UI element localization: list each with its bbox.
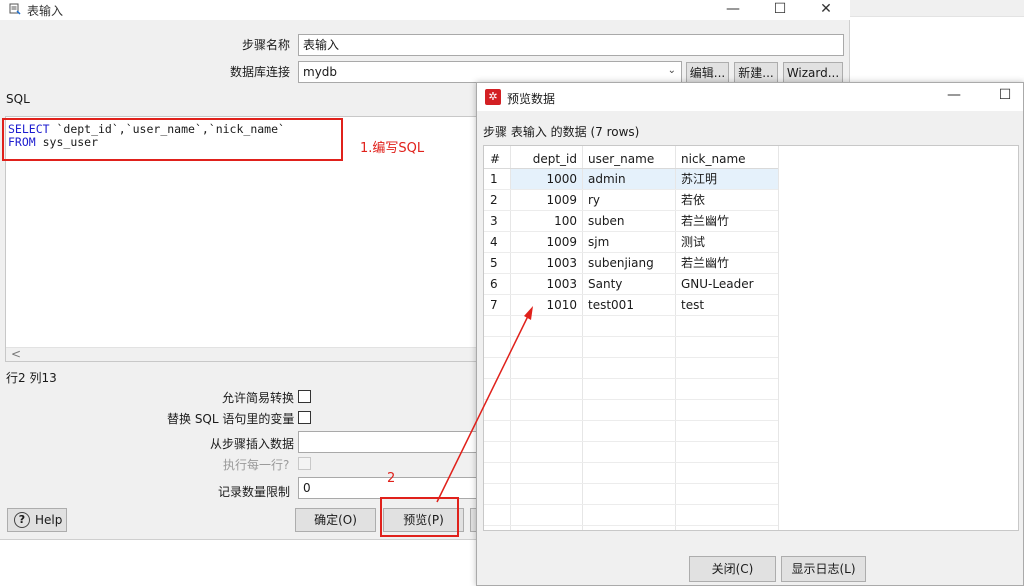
replace-variables-label: 替换 SQL 语句里的变量 — [167, 412, 295, 426]
cell-index[interactable]: 7 — [490, 295, 498, 315]
preview-highlight-box — [380, 497, 459, 537]
insert-from-step-select[interactable] — [298, 431, 480, 453]
kettle-app-icon: ✲ — [485, 89, 501, 105]
annotation-step-1: 1.编写SQL — [360, 141, 425, 156]
chevron-down-icon: ⌄ — [667, 65, 676, 76]
execute-each-row-label: 执行每一行? — [223, 458, 290, 472]
cell-user-name[interactable]: suben — [588, 211, 624, 231]
dialog-title: 表输入 — [27, 4, 64, 18]
cell-dept-id[interactable]: 1003 — [512, 253, 577, 273]
cell-dept-id[interactable]: 1000 — [512, 169, 577, 189]
cell-nick-name[interactable]: 苏江明 — [681, 169, 717, 189]
cell-nick-name[interactable]: GNU-Leader — [681, 274, 754, 294]
lazy-conversion-label: 允许简易转换 — [222, 391, 295, 405]
sql-label: SQL — [6, 92, 30, 106]
cell-index[interactable]: 3 — [490, 211, 498, 231]
help-button[interactable]: ? Help — [7, 508, 67, 532]
execute-each-row-checkbox[interactable] — [298, 457, 311, 470]
column-divider — [582, 146, 583, 530]
cell-user-name[interactable]: sjm — [588, 232, 609, 252]
step-name-input[interactable]: 表输入 — [298, 34, 844, 56]
annotation-step-2: 2 — [387, 471, 396, 486]
cell-index[interactable]: 1 — [490, 169, 498, 189]
row-divider — [484, 378, 778, 379]
cell-dept-id[interactable]: 1009 — [512, 232, 577, 252]
cell-user-name[interactable]: subenjiang — [588, 253, 654, 273]
background-window-titlebar — [850, 0, 1024, 17]
cell-dept-id[interactable]: 1009 — [512, 190, 577, 210]
preview-minimize-button[interactable]: — — [939, 87, 969, 107]
cursor-position: 行2 列13 — [6, 371, 57, 385]
cell-index[interactable]: 6 — [490, 274, 498, 294]
column-divider — [778, 146, 779, 530]
minimize-button[interactable]: — — [710, 0, 756, 20]
preview-data-dialog: ✲ 预览数据 — ☐ 步骤 表输入 的数据 (7 rows) ^ # dept_… — [476, 82, 1024, 586]
cell-user-name[interactable]: Santy — [588, 274, 622, 294]
cell-nick-name[interactable]: 若兰幽竹 — [681, 253, 729, 273]
lazy-conversion-checkbox[interactable] — [298, 390, 311, 403]
cell-nick-name[interactable]: 若依 — [681, 190, 705, 210]
show-log-button[interactable]: 显示日志(L) — [781, 556, 866, 582]
cell-user-name[interactable]: test001 — [588, 295, 634, 315]
db-connection-value: mydb — [303, 65, 338, 79]
cell-dept-id[interactable]: 1010 — [512, 295, 577, 315]
cell-index[interactable]: 5 — [490, 253, 498, 273]
column-header-index[interactable]: # — [490, 149, 500, 169]
column-divider — [675, 146, 676, 530]
scroll-left-icon[interactable]: < — [11, 347, 21, 361]
table-input-icon — [9, 3, 21, 15]
preview-subtitle: 步骤 表输入 的数据 (7 rows) — [483, 125, 640, 139]
db-connection-select[interactable]: mydb ⌄ — [298, 61, 682, 83]
new-connection-button[interactable]: 新建... — [734, 62, 778, 84]
row-divider — [484, 525, 778, 526]
cell-nick-name[interactable]: 测试 — [681, 232, 705, 252]
row-divider — [484, 504, 778, 505]
row-divider — [484, 462, 778, 463]
wizard-button[interactable]: Wizard... — [783, 62, 843, 84]
sql-horizontal-scrollbar[interactable]: < — [6, 347, 478, 361]
help-button-label: Help — [35, 513, 63, 527]
row-divider — [484, 336, 778, 337]
row-divider — [484, 420, 778, 421]
preview-data-table[interactable]: ^ # dept_id user_name nick_name 1 1000 adm… — [483, 145, 1019, 531]
column-header-dept-id[interactable]: dept_id — [512, 149, 577, 169]
help-icon: ? — [14, 512, 30, 528]
cell-nick-name[interactable]: 若兰幽竹 — [681, 211, 729, 231]
row-divider — [484, 441, 778, 442]
preview-dialog-title: 预览数据 — [507, 92, 556, 106]
cell-index[interactable]: 2 — [490, 190, 498, 210]
cell-nick-name[interactable]: test — [681, 295, 704, 315]
row-divider — [484, 399, 778, 400]
title-bar: 表输入 — ☐ ✕ — [0, 0, 850, 20]
edit-connection-button[interactable]: 编辑... — [686, 62, 729, 84]
column-header-nick-name[interactable]: nick_name — [681, 149, 746, 169]
step-name-label: 步骤名称 — [242, 38, 291, 52]
limit-label: 记录数量限制 — [218, 485, 291, 499]
sql-highlight-box — [2, 118, 343, 161]
close-button[interactable]: ✕ — [803, 0, 849, 20]
cell-user-name[interactable]: ry — [588, 190, 600, 210]
row-divider — [484, 357, 778, 358]
row-divider — [484, 315, 778, 316]
cell-dept-id[interactable]: 1003 — [512, 274, 577, 294]
insert-from-step-label: 从步骤插入数据 — [210, 437, 295, 451]
preview-title-bar: ✲ 预览数据 — ☐ — [477, 83, 1023, 111]
row-divider — [484, 483, 778, 484]
db-connection-label: 数据库连接 — [230, 65, 291, 79]
cell-user-name[interactable]: admin — [588, 169, 626, 189]
preview-maximize-button[interactable]: ☐ — [990, 87, 1020, 107]
cell-dept-id[interactable]: 100 — [512, 211, 577, 231]
ok-button[interactable]: 确定(O) — [295, 508, 376, 532]
replace-variables-checkbox[interactable] — [298, 411, 311, 424]
close-preview-button[interactable]: 关闭(C) — [689, 556, 776, 582]
column-divider — [510, 146, 511, 530]
column-header-user-name[interactable]: user_name — [588, 149, 654, 169]
cell-index[interactable]: 4 — [490, 232, 498, 252]
maximize-button[interactable]: ☐ — [757, 0, 803, 20]
